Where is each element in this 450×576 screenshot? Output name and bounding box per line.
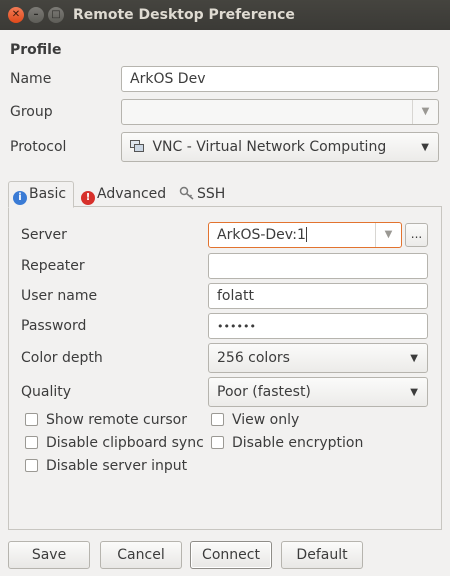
server-combo[interactable]: ArkOS-Dev:1 ▼ (208, 222, 402, 248)
tab-ssh-label: SSH (197, 186, 226, 202)
disable-clipboard-sync-label: Disable clipboard sync (46, 435, 204, 451)
quality-label: Quality (21, 384, 72, 400)
checkbox-box[interactable] (25, 436, 38, 449)
info-icon: i (13, 191, 27, 205)
maximize-window-button[interactable]: □ (48, 7, 64, 23)
cancel-button[interactable]: Cancel (100, 541, 182, 569)
checkbox-box[interactable] (25, 413, 38, 426)
group-combo[interactable]: ▼ (121, 99, 439, 125)
password-value: •••••• (217, 320, 256, 333)
group-label: Group (10, 104, 53, 120)
browse-button-label: ... (410, 227, 423, 241)
tab-advanced[interactable]: ! Advanced (76, 181, 172, 207)
username-label: User name (21, 288, 98, 304)
tab-basic[interactable]: i Basic (8, 181, 74, 208)
checkbox-box[interactable] (211, 436, 224, 449)
checkbox-box[interactable] (211, 413, 224, 426)
key-icon (179, 186, 195, 204)
disable-encryption-label: Disable encryption (232, 435, 364, 451)
colordepth-label: Color depth (21, 350, 103, 366)
chevron-down-icon: ▼ (410, 387, 418, 398)
connect-button[interactable]: Connect (190, 541, 272, 569)
server-label: Server (21, 227, 67, 243)
minimize-window-button[interactable]: – (28, 7, 44, 23)
tab-basic-label: Basic (29, 186, 67, 202)
disable-clipboard-sync-checkbox[interactable]: Disable clipboard sync (25, 435, 204, 451)
tab-ssh[interactable]: SSH (174, 181, 230, 207)
quality-dropdown[interactable]: Poor (fastest) ▼ (208, 377, 428, 407)
warning-icon: ! (81, 191, 95, 205)
view-only-label: View only (232, 412, 300, 428)
chevron-down-icon: ▼ (410, 353, 418, 364)
colordepth-dropdown[interactable]: 256 colors ▼ (208, 343, 428, 373)
close-window-button[interactable]: ✕ (8, 7, 24, 23)
repeater-label: Repeater (21, 258, 85, 274)
browse-button[interactable]: ... (405, 223, 428, 247)
chevron-down-icon[interactable]: ▼ (412, 100, 438, 124)
disable-server-input-checkbox[interactable]: Disable server input (25, 458, 187, 474)
username-field[interactable]: folatt (208, 283, 428, 309)
protocol-label: Protocol (10, 139, 67, 155)
username-value: folatt (217, 288, 254, 304)
quality-value: Poor (fastest) (217, 384, 311, 400)
title-bar: ✕ – □ Remote Desktop Preference (0, 0, 450, 30)
text-cursor (305, 227, 307, 242)
protocol-dropdown[interactable]: VNC - Virtual Network Computing ▼ (121, 132, 439, 162)
chevron-down-icon: ▼ (421, 142, 429, 153)
protocol-value: VNC - Virtual Network Computing (152, 139, 387, 155)
password-field[interactable]: •••••• (208, 313, 428, 339)
disable-server-input-label: Disable server input (46, 458, 188, 474)
monitor-icon (130, 140, 144, 157)
name-value: ArkOS Dev (130, 71, 206, 87)
repeater-field[interactable] (208, 253, 428, 279)
name-field[interactable]: ArkOS Dev (121, 66, 439, 92)
view-only-checkbox[interactable]: View only (211, 412, 299, 428)
tab-advanced-label: Advanced (97, 186, 167, 202)
default-button[interactable]: Default (281, 541, 363, 569)
password-label: Password (21, 318, 87, 334)
checkbox-box[interactable] (25, 459, 38, 472)
name-label: Name (10, 71, 52, 87)
colordepth-value: 256 colors (217, 350, 290, 366)
profile-heading: Profile (10, 42, 62, 58)
disable-encryption-checkbox[interactable]: Disable encryption (211, 435, 363, 451)
chevron-down-icon[interactable]: ▼ (375, 223, 401, 247)
server-value: ArkOS-Dev:1 (217, 227, 306, 243)
save-button[interactable]: Save (8, 541, 90, 569)
show-remote-cursor-label: Show remote cursor (46, 412, 187, 428)
show-remote-cursor-checkbox[interactable]: Show remote cursor (25, 412, 187, 428)
window-title: Remote Desktop Preference (73, 7, 295, 23)
